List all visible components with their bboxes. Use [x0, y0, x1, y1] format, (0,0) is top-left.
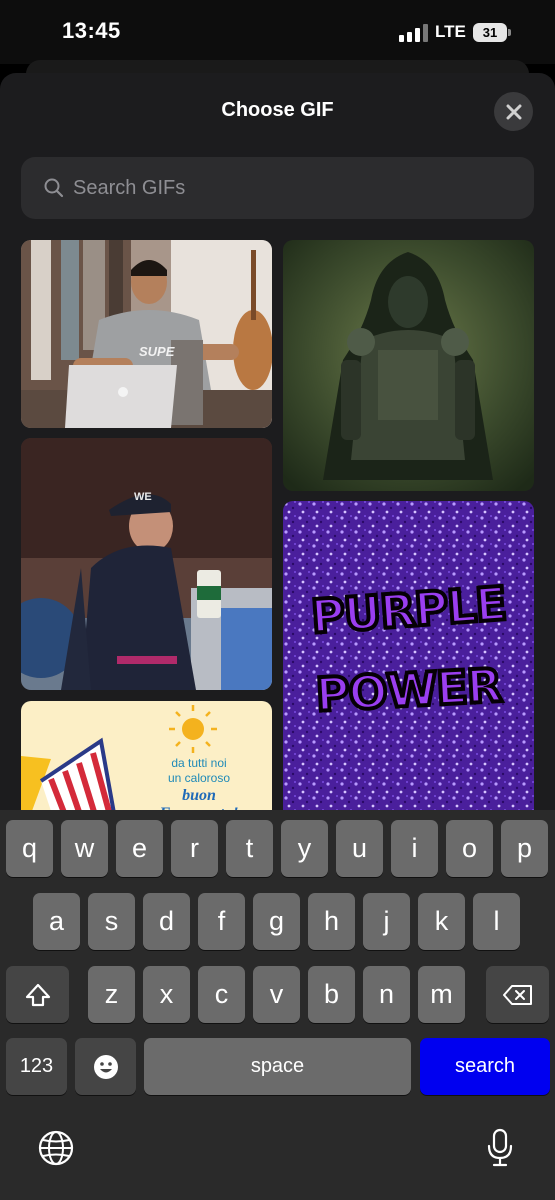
key-b[interactable]: b: [308, 966, 355, 1023]
key-r[interactable]: r: [171, 820, 218, 877]
ferragosto-line-1: da tutti noi: [171, 756, 227, 770]
ferragosto-line-2: un caloroso: [167, 771, 231, 785]
key-u[interactable]: u: [336, 820, 383, 877]
key-m[interactable]: m: [418, 966, 465, 1023]
key-c[interactable]: c: [198, 966, 245, 1023]
key-t[interactable]: t: [226, 820, 273, 877]
gif-thumbnail-laptop[interactable]: SUPE: [21, 240, 272, 428]
gif-image: [21, 438, 272, 690]
key-q[interactable]: q: [6, 820, 53, 877]
shift-icon: [25, 983, 50, 1006]
battery-icon: 31: [473, 23, 507, 42]
gif-image: [21, 240, 272, 428]
key-s[interactable]: s: [88, 893, 135, 950]
key-a[interactable]: a: [33, 893, 80, 950]
key-z[interactable]: z: [88, 966, 135, 1023]
gif-thumbnail-hooded-figure[interactable]: [283, 240, 534, 491]
key-e[interactable]: e: [116, 820, 163, 877]
key-h[interactable]: h: [308, 893, 355, 950]
close-button[interactable]: [494, 92, 533, 131]
key-j[interactable]: j: [363, 893, 410, 950]
ferragosto-line-3: buon: [182, 787, 216, 804]
modal-title: Choose GIF: [221, 99, 334, 121]
dictation-button[interactable]: [478, 1126, 522, 1170]
key-f[interactable]: f: [198, 893, 245, 950]
key-w[interactable]: w: [61, 820, 108, 877]
gif-cap-text: WE: [134, 491, 152, 503]
emoji-key[interactable]: [75, 1038, 136, 1095]
delete-icon: [502, 984, 532, 1005]
close-icon: [506, 104, 521, 119]
search-key[interactable]: search: [420, 1038, 550, 1095]
status-time: 13:45: [62, 18, 121, 43]
search-icon: [44, 178, 64, 198]
keyboard: q w e r t y u i o p a s d f g h j k l z …: [0, 810, 555, 1200]
globe-button[interactable]: [34, 1126, 78, 1170]
emoji-icon: [93, 1054, 118, 1079]
status-bar: 13:45 LTE 31: [0, 0, 555, 64]
gif-thumbnail-purple-power[interactable]: PURPLE POWER: [283, 501, 534, 821]
key-i[interactable]: i: [391, 820, 438, 877]
numbers-key[interactable]: 123: [6, 1038, 67, 1095]
key-k[interactable]: k: [418, 893, 465, 950]
shift-key[interactable]: [6, 966, 69, 1023]
search-box[interactable]: [21, 157, 534, 219]
key-l[interactable]: l: [473, 893, 520, 950]
space-key[interactable]: space: [144, 1038, 411, 1095]
globe-icon: [38, 1130, 74, 1166]
key-n[interactable]: n: [363, 966, 410, 1023]
key-v[interactable]: v: [253, 966, 300, 1023]
carrier-label: LTE: [435, 22, 466, 41]
gif-thumbnail-coffee[interactable]: WE: [21, 438, 272, 690]
signal-icon: [399, 24, 429, 42]
gif-image: [283, 240, 534, 491]
key-o[interactable]: o: [446, 820, 493, 877]
key-g[interactable]: g: [253, 893, 300, 950]
key-x[interactable]: x: [143, 966, 190, 1023]
delete-key[interactable]: [486, 966, 549, 1023]
microphone-icon: [487, 1128, 513, 1167]
key-p[interactable]: p: [501, 820, 548, 877]
battery-nub: [508, 29, 511, 36]
battery-level: 31: [482, 25, 498, 40]
search-input[interactable]: [73, 157, 513, 219]
key-d[interactable]: d: [143, 893, 190, 950]
key-y[interactable]: y: [281, 820, 328, 877]
gif-shirt-text: SUPE: [139, 344, 175, 359]
